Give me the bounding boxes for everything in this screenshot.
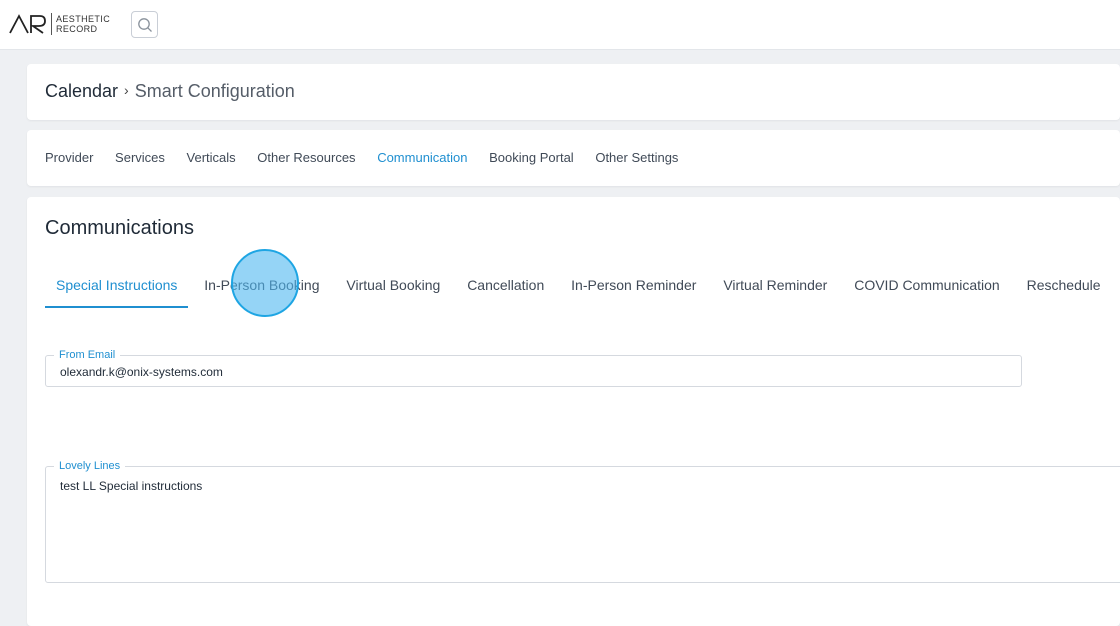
settings-nav: Provider Services Verticals Other Resour… (45, 150, 696, 165)
logo-line-1: AESTHETIC (56, 14, 111, 24)
nav-other-resources[interactable]: Other Resources (257, 150, 355, 165)
communications-card: Communications Special Instructions In-P… (27, 197, 1120, 626)
top-bar: AESTHETIC RECORD (0, 0, 1120, 50)
from-email-label: From Email (54, 348, 121, 362)
nav-verticals[interactable]: Verticals (187, 150, 236, 165)
tab-virtual-booking[interactable]: Virtual Booking (335, 277, 451, 308)
from-email-field[interactable]: From Email olexandr.k@onix-systems.com (45, 348, 1022, 387)
communication-tabs: Special Instructions In-Person Booking V… (45, 277, 1120, 309)
nav-communication[interactable]: Communication (377, 150, 467, 165)
lovely-lines-textarea[interactable]: Lovely Lines test LL Special instruction… (45, 459, 1120, 583)
lovely-lines-value[interactable]: test LL Special instructions (60, 479, 202, 493)
tab-overflow[interactable]: Su (1116, 277, 1120, 308)
breadcrumb-calendar[interactable]: Calendar (45, 81, 118, 101)
tab-virtual-reminder[interactable]: Virtual Reminder (712, 277, 838, 308)
tab-special-instructions[interactable]: Special Instructions (45, 277, 189, 308)
settings-nav-card: Provider Services Verticals Other Resour… (27, 130, 1120, 186)
nav-provider[interactable]: Provider (45, 150, 93, 165)
lovely-lines-label: Lovely Lines (54, 459, 126, 473)
tab-reschedule[interactable]: Reschedule (1016, 277, 1112, 308)
nav-services[interactable]: Services (115, 150, 165, 165)
chevron-right-icon: › (124, 82, 129, 98)
tab-in-person-reminder[interactable]: In-Person Reminder (560, 277, 707, 308)
search-icon (138, 18, 152, 32)
page-title: Communications (45, 217, 194, 239)
logo-divider (51, 13, 52, 35)
breadcrumb-card: Calendar › Smart Configuration (27, 64, 1120, 120)
logo-line-2: RECORD (56, 24, 98, 34)
nav-other-settings[interactable]: Other Settings (595, 150, 678, 165)
nav-booking-portal[interactable]: Booking Portal (489, 150, 574, 165)
search-button[interactable] (131, 11, 158, 38)
logo-wordmark: AESTHETIC RECORD (56, 14, 110, 34)
tab-in-person-booking[interactable]: In-Person Booking (193, 277, 330, 308)
tab-covid-communication[interactable]: COVID Communication (843, 277, 1011, 308)
breadcrumb: Calendar › Smart Configuration (45, 81, 295, 102)
breadcrumb-current: Smart Configuration (134, 81, 295, 101)
logo-icon[interactable] (9, 14, 47, 39)
from-email-value[interactable]: olexandr.k@onix-systems.com (60, 365, 223, 379)
tab-cancellation[interactable]: Cancellation (456, 277, 555, 308)
